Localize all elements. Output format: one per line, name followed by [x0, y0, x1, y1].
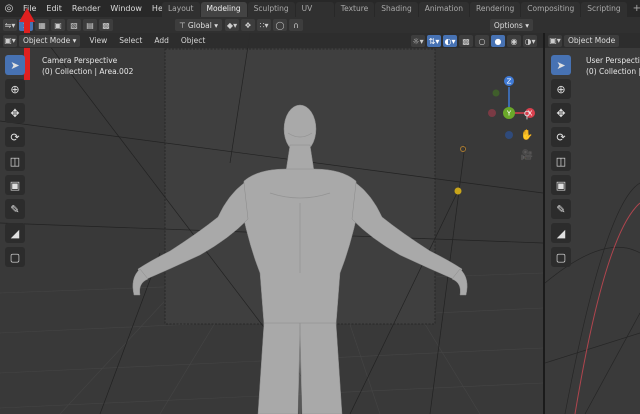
viewport-menu-object[interactable]: Object — [175, 36, 211, 45]
options-button[interactable]: Options ▾ — [489, 19, 533, 31]
object-mode-label: Object Mode — [23, 36, 71, 45]
tab-scripting[interactable]: Scripting — [581, 2, 627, 17]
move-tool-icon[interactable]: ✥ — [5, 103, 25, 123]
select-invert-icon[interactable]: ▤ — [83, 19, 97, 31]
left-toolbar: ➤ ⊕ ✥ ⟳ ◫ ▣ ✎ ◢ ▢ — [5, 55, 27, 271]
collection-label: (0) Collection | Area.002 — [42, 67, 134, 76]
viewport-right-editor-type-icon[interactable]: ▣▾ — [548, 34, 562, 47]
tool-settings-header: ⇋▾ ➤ ▦ ▣ ▧ ▤ ▩ ⊤ Global ▾ ◆▾ ❖ ∷▾ ◯ ∩ Op… — [0, 17, 640, 33]
blender-logo-icon[interactable]: ◎ — [0, 0, 18, 17]
viewport-menu-select[interactable]: Select — [113, 36, 148, 45]
object-mode-right-label: Object Mode — [568, 36, 616, 45]
perspective-label: Camera Perspective — [42, 56, 118, 65]
falloff-icon[interactable]: ∩ — [289, 19, 304, 31]
gizmo-neg-x-axis[interactable] — [488, 109, 496, 117]
add-cube-tool-right-icon[interactable]: ▢ — [551, 247, 571, 267]
measure-tool-right-icon[interactable]: ◢ — [551, 223, 571, 243]
rotate-tool-icon[interactable]: ⟳ — [5, 127, 25, 147]
light-dot[interactable] — [454, 187, 462, 195]
viewport-right-info: User Perspective (0) Collection | Area.0… — [586, 55, 640, 77]
tab-uv-editing[interactable]: UV Editing — [295, 2, 334, 27]
zoom-icon[interactable]: ⚲ — [520, 109, 534, 123]
select-tool-icon[interactable]: ➤ — [5, 55, 25, 75]
proportional-edit-icon[interactable]: ◯ — [273, 19, 288, 31]
pivot-point-icon[interactable]: ◆▾ — [225, 19, 240, 31]
rotate-tool-right-icon[interactable]: ⟳ — [551, 127, 571, 147]
shading-solid-icon[interactable]: ● — [491, 35, 505, 47]
annotate-tool-right-icon[interactable]: ✎ — [551, 199, 571, 219]
viewport-menu-add[interactable]: Add — [148, 36, 175, 45]
transform-orientation-select[interactable]: ⊤ Global ▾ — [175, 19, 223, 31]
options-label: Options — [493, 20, 523, 30]
gizmo-neg-z-axis[interactable] — [505, 131, 513, 139]
select-intersect-icon[interactable]: ▩ — [99, 19, 113, 31]
camera-view-icon[interactable]: 🎥 — [520, 149, 534, 163]
select-tool-right-icon[interactable]: ➤ — [551, 55, 571, 75]
viewport-scene — [0, 33, 543, 414]
viewport-right-header: ▣▾ Object Mode — [545, 33, 640, 48]
select-subtract-icon[interactable]: ▧ — [67, 19, 81, 31]
right-toolbar: ➤ ⊕ ✥ ⟳ ◫ ▣ ✎ ◢ ▢ — [551, 55, 573, 271]
transform-tool-icon[interactable]: ▣ — [5, 175, 25, 195]
cursor-right-icon[interactable]: ⊕ — [551, 79, 571, 99]
tab-layout[interactable]: Layout — [162, 2, 200, 17]
orientation-icon: ⊤ — [179, 20, 188, 30]
viewport-header-icons: ☼▾ ⇅▾ ◐▾ ▩ ○ ● ◉ ◑▾ — [411, 35, 539, 47]
select-box-icon[interactable]: ▦ — [35, 19, 49, 31]
tab-shading[interactable]: Shading — [375, 2, 418, 17]
tab-texture-paint[interactable]: Texture Paint — [334, 2, 375, 27]
annotate-tool-icon[interactable]: ✎ — [5, 199, 25, 219]
cursor-icon[interactable]: ⊕ — [5, 79, 25, 99]
workspace-tabs: Layout Modeling Sculpting UV Editing Tex… — [162, 2, 640, 27]
measure-tool-icon[interactable]: ◢ — [5, 223, 25, 243]
top-menu-bar: ◎ File Edit Render Window Help Layout Mo… — [0, 0, 640, 27]
scale-tool-right-icon[interactable]: ◫ — [551, 151, 571, 171]
menu-edit[interactable]: Edit — [41, 0, 67, 17]
overlay-toggle-icon[interactable]: ◐▾ — [443, 35, 457, 47]
pan-hand-icon[interactable]: ✋ — [520, 129, 534, 143]
snap-icon[interactable]: ❖ — [241, 19, 256, 31]
viewport-header: ▣▾ Object Mode ▾ View Select Add Object … — [0, 33, 543, 48]
gizmo-toggle-icon[interactable]: ⇅▾ — [427, 35, 441, 47]
shading-wireframe-icon[interactable]: ○ — [475, 35, 489, 47]
red-curve — [574, 202, 640, 414]
tab-compositing[interactable]: Compositing — [521, 2, 581, 17]
collection-right-label: (0) Collection | Area.002 — [586, 67, 640, 76]
viewport-editor-type-icon[interactable]: ▣▾ — [3, 34, 17, 47]
tab-sculpting[interactable]: Sculpting — [247, 2, 295, 17]
xray-icon[interactable]: ▩ — [459, 35, 473, 47]
viewport-info: Camera Perspective (0) Collection | Area… — [42, 55, 133, 77]
gizmo-neg-y-axis[interactable] — [492, 89, 500, 97]
object-mode-select-right[interactable]: Object Mode — [564, 34, 620, 47]
object-mode-select[interactable]: Object Mode ▾ — [19, 34, 81, 47]
menu-render[interactable]: Render — [67, 0, 105, 17]
move-tool-right-icon[interactable]: ✥ — [551, 103, 571, 123]
snap-target-icon[interactable]: ∷▾ — [257, 19, 272, 31]
add-cube-tool-icon[interactable]: ▢ — [5, 247, 25, 267]
shading-material-icon[interactable]: ◉ — [507, 35, 521, 47]
select-extend-icon[interactable]: ▣ — [51, 19, 65, 31]
3d-viewport[interactable]: ▣▾ Object Mode ▾ View Select Add Object … — [0, 33, 543, 414]
scale-tool-icon[interactable]: ◫ — [5, 151, 25, 171]
menu-window[interactable]: Window — [105, 0, 147, 17]
add-workspace-icon[interactable]: + — [628, 2, 640, 17]
viewport-menu-view[interactable]: View — [83, 36, 113, 45]
editor-type-icon[interactable]: ⇋▾ — [3, 19, 17, 31]
tab-animation[interactable]: Animation — [418, 2, 469, 17]
transform-tool-right-icon[interactable]: ▣ — [551, 175, 571, 195]
gizmo-y-label: Y — [506, 110, 512, 118]
perspective-right-label: User Perspective — [586, 56, 640, 65]
shading-rendered-icon[interactable]: ◑▾ — [523, 35, 537, 47]
gizmo-z-label: Z — [507, 78, 512, 86]
visibility-icon[interactable]: ☼▾ — [411, 35, 425, 47]
orientation-label: Global — [187, 20, 212, 30]
3d-viewport-right[interactable]: ▣▾ Object Mode User Perspective (0) Coll… — [545, 33, 640, 414]
tab-modeling[interactable]: Modeling — [200, 2, 247, 17]
tab-rendering[interactable]: Rendering — [469, 2, 521, 17]
